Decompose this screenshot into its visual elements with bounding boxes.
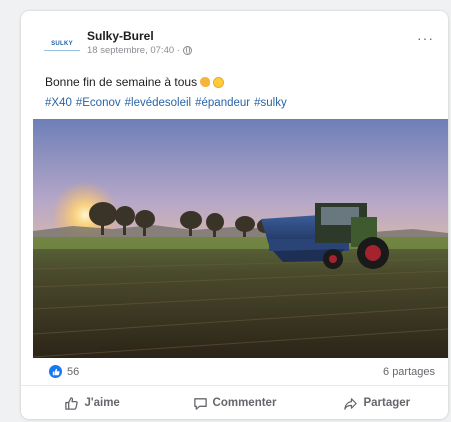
post-meta: 18 septembre, 07:40 · [87,45,192,56]
sun-emoji-icon [213,76,225,88]
post-card: SULKY Sulky-Burel 18 septembre, 07:40 · … [21,11,448,419]
hashtag-link[interactable]: #Econov [76,97,121,109]
share-arrow-icon [344,397,358,410]
action-bar: J'aime Commenter Partager [21,387,448,419]
hashtag-link[interactable]: #X40 [45,97,72,109]
thumbs-up-outline-icon [65,396,79,410]
post-text: Bonne fin de semaine à tous [45,75,225,89]
hashtag-list: #X40 #Econov #levédesoleil #épandeur #su… [45,97,287,109]
like-button[interactable]: J'aime [21,387,163,419]
post-message: Bonne fin de semaine à tous [45,75,198,89]
more-options-button[interactable]: ··· [417,31,434,45]
hashtag-link[interactable]: #sulky [254,97,287,109]
share-button[interactable]: Partager [306,387,448,419]
post-timestamp[interactable]: 18 septembre, 07:40 · [87,45,180,56]
like-label: J'aime [84,397,120,409]
page-avatar[interactable]: SULKY [44,38,80,51]
thumbs-up-icon[interactable] [49,365,62,378]
avatar-logo-text: SULKY [51,41,73,47]
hashtag-link[interactable]: #levédesoleil [125,97,192,109]
comment-button[interactable]: Commenter [163,387,305,419]
comment-label: Commenter [212,397,277,409]
reaction-count[interactable]: 56 [67,366,79,378]
share-count[interactable]: 6 partages [383,366,435,378]
reaction-stats: 56 6 partages [21,358,448,386]
speech-bubble-icon [193,397,207,410]
share-label: Partager [363,397,411,409]
post-photo[interactable] [33,119,448,358]
avatar-underline [44,50,80,51]
page-name-link[interactable]: Sulky-Burel [87,29,154,43]
post-header: SULKY Sulky-Burel 18 septembre, 07:40 · … [21,11,448,69]
globe-icon [182,46,192,55]
hashtag-link[interactable]: #épandeur [195,97,250,109]
waving-hand-emoji-icon [200,77,211,87]
